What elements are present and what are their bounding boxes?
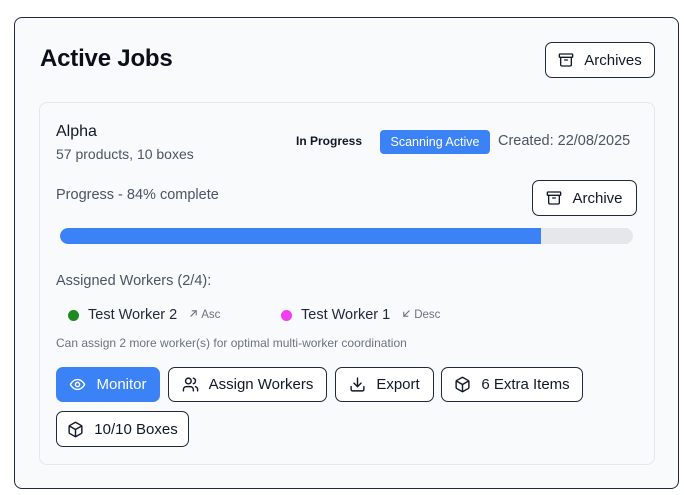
assign-workers-button[interactable]: Assign Workers [168, 367, 327, 402]
archives-button[interactable]: Archives [545, 42, 655, 78]
assignment-hint: Can assign 2 more worker(s) for optimal … [56, 336, 407, 350]
worker-name: Test Worker 1 [301, 307, 391, 323]
archives-button-label: Archives [584, 51, 642, 69]
active-jobs-panel: Active Jobs Archives Alpha 57 products, … [14, 17, 679, 489]
download-icon [349, 376, 366, 393]
created-date: Created: 22/08/2025 [498, 133, 631, 149]
worker-sort-order: Asc [189, 309, 220, 321]
worker-status-dot [281, 309, 292, 321]
boxes-button-label: 10/10 Boxes [94, 420, 178, 438]
archive-button-label: Archive [572, 189, 623, 207]
worker-sort-label: Asc [201, 309, 221, 321]
arrow-down-left-icon [402, 309, 411, 321]
job-meta: 57 products, 10 boxes [56, 146, 194, 162]
assign-workers-button-label: Assign Workers [208, 376, 314, 393]
scanning-badge: Scanning Active [380, 130, 490, 154]
progress-label: Progress - 84% complete [56, 187, 219, 203]
worker-item: Test Worker 2 Asc [68, 307, 220, 323]
monitor-button-label: Monitor [96, 376, 147, 393]
progress-bar [60, 228, 633, 244]
job-name: Alpha [56, 123, 97, 140]
archive-box-icon [558, 52, 574, 68]
worker-item: Test Worker 1 Desc [281, 307, 440, 323]
extra-items-button[interactable]: 6 Extra Items [441, 367, 583, 402]
archive-box-icon [546, 190, 562, 206]
worker-sort-order: Desc [402, 309, 440, 321]
worker-name: Test Worker 2 [88, 307, 178, 323]
package-icon [454, 376, 471, 393]
monitor-button[interactable]: Monitor [56, 367, 160, 402]
page-title: Active Jobs [40, 45, 173, 72]
arrow-up-right-icon [189, 309, 198, 321]
assigned-workers-label: Assigned Workers (2/4): [56, 273, 212, 289]
status-label: In Progress [296, 134, 363, 148]
job-card: Alpha 57 products, 10 boxes In Progress … [39, 102, 655, 465]
worker-status-dot [68, 309, 79, 321]
export-button[interactable]: Export [335, 367, 434, 402]
extra-items-button-label: 6 Extra Items [481, 376, 570, 393]
boxes-button[interactable]: 10/10 Boxes [56, 411, 189, 447]
package-icon [67, 421, 84, 438]
eye-icon [69, 376, 86, 393]
archive-button[interactable]: Archive [532, 180, 637, 216]
export-button-label: Export [376, 376, 420, 393]
users-icon [182, 376, 199, 393]
progress-bar-fill [60, 228, 542, 244]
worker-sort-label: Desc [414, 309, 441, 321]
